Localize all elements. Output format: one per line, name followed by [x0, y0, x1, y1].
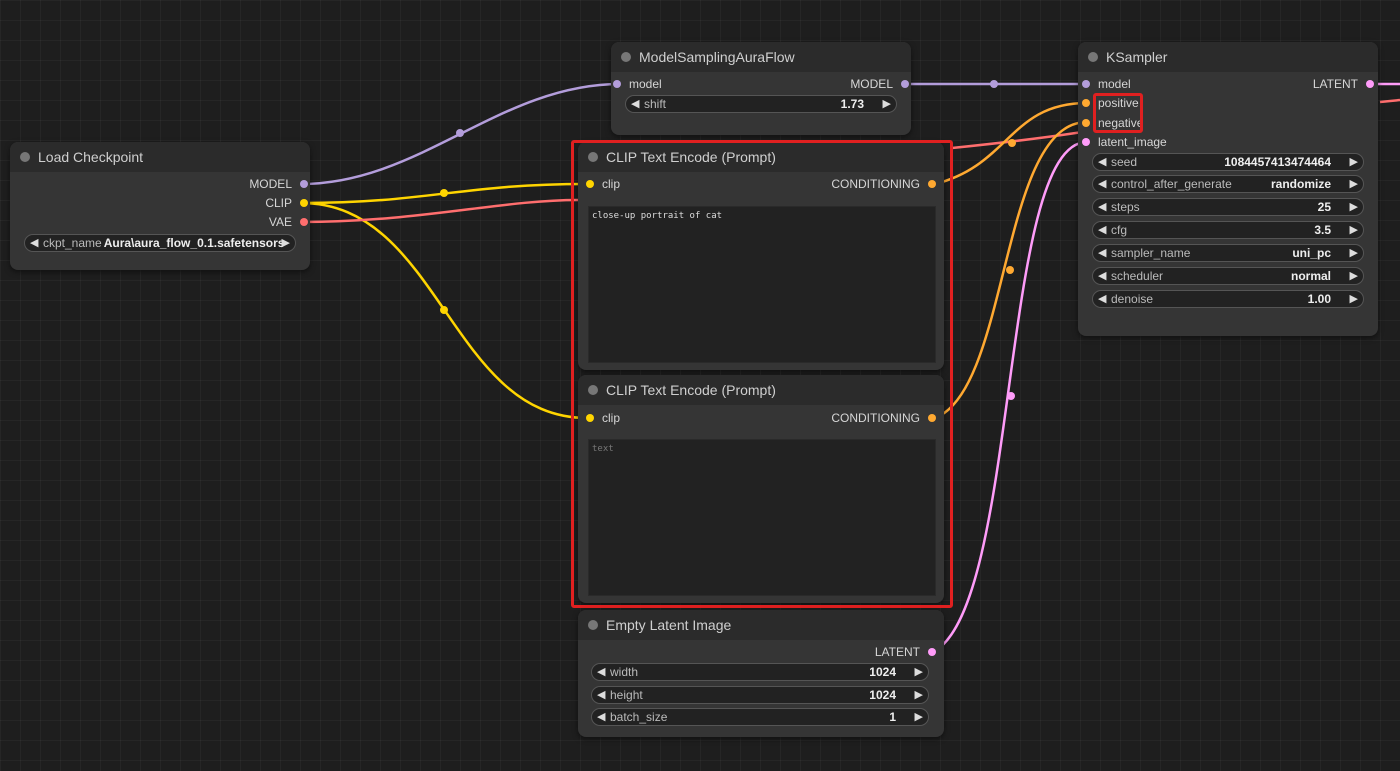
- arrow-right-icon[interactable]: ▶: [883, 96, 891, 112]
- latent-port-icon[interactable]: [1082, 138, 1090, 146]
- node-title: ModelSamplingAuraFlow: [639, 49, 795, 65]
- arrow-left-icon[interactable]: ◀: [1098, 222, 1106, 238]
- node-title: Empty Latent Image: [606, 617, 732, 633]
- positive-negative-highlight: [1093, 93, 1143, 133]
- arrow-right-icon[interactable]: ▶: [1350, 176, 1358, 192]
- arrow-right-icon[interactable]: ▶: [1350, 199, 1358, 215]
- output-latent[interactable]: LATENT: [875, 645, 938, 659]
- input-model[interactable]: model: [611, 77, 662, 91]
- node-title-bar[interactable]: ModelSamplingAuraFlow: [611, 42, 911, 72]
- width-number-widget[interactable]: ◀ width 1024 ▶: [591, 663, 929, 681]
- arrow-left-icon[interactable]: ◀: [30, 235, 38, 251]
- collapse-dot-icon[interactable]: [1088, 52, 1098, 62]
- arrow-left-icon[interactable]: ◀: [1098, 154, 1106, 170]
- input-latent-image[interactable]: latent_image: [1080, 135, 1167, 149]
- arrow-left-icon[interactable]: ◀: [1098, 291, 1106, 307]
- arrow-right-icon[interactable]: ▶: [1350, 268, 1358, 284]
- link-positive-conditioning: [934, 101, 1088, 186]
- collapse-dot-icon[interactable]: [20, 152, 30, 162]
- arrow-left-icon[interactable]: ◀: [1098, 176, 1106, 192]
- ckpt-name-combo[interactable]: ◀ ckpt_name Aura\aura_flow_0.1.safetensor…: [24, 234, 296, 252]
- clip-port-icon[interactable]: [300, 199, 308, 207]
- arrow-left-icon[interactable]: ◀: [597, 709, 605, 725]
- model-sampling-auraflow-node[interactable]: ModelSamplingAuraFlow model MODEL ◀ shif…: [611, 42, 911, 135]
- model-port-icon[interactable]: [613, 80, 621, 88]
- control-after-generate-combo[interactable]: ◀ control_after_generate randomize ▶: [1092, 175, 1364, 193]
- output-clip[interactable]: CLIP: [265, 196, 310, 210]
- steps-number-widget[interactable]: ◀ steps 25 ▶: [1092, 198, 1364, 216]
- output-vae[interactable]: VAE: [269, 215, 310, 229]
- arrow-left-icon[interactable]: ◀: [1098, 268, 1106, 284]
- arrow-right-icon[interactable]: ▶: [915, 664, 923, 680]
- output-model[interactable]: MODEL: [249, 177, 310, 191]
- arrow-right-icon[interactable]: ▶: [915, 687, 923, 703]
- scheduler-combo[interactable]: ◀ scheduler normal ▶: [1092, 267, 1364, 285]
- arrow-right-icon[interactable]: ▶: [282, 235, 290, 251]
- height-number-widget[interactable]: ◀ height 1024 ▶: [591, 686, 929, 704]
- link-vae-out: [300, 198, 579, 224]
- link-clip-to-positive: [300, 182, 588, 205]
- link-vae-out-2: [951, 129, 1091, 150]
- model-port-icon[interactable]: [901, 80, 909, 88]
- empty-latent-image-node[interactable]: Empty Latent Image LATENT ◀ width 1024 ▶…: [578, 610, 944, 737]
- collapse-dot-icon[interactable]: [588, 620, 598, 630]
- cfg-number-widget[interactable]: ◀ cfg 3.5 ▶: [1092, 221, 1364, 239]
- output-model[interactable]: MODEL: [850, 77, 911, 91]
- sampler-name-combo[interactable]: ◀ sampler_name uni_pc ▶: [1092, 244, 1364, 262]
- arrow-left-icon[interactable]: ◀: [597, 664, 605, 680]
- latent-port-icon[interactable]: [1366, 80, 1374, 88]
- model-port-icon[interactable]: [300, 180, 308, 188]
- node-title: Load Checkpoint: [38, 149, 144, 165]
- arrow-left-icon[interactable]: ◀: [597, 687, 605, 703]
- collapse-dot-icon[interactable]: [621, 52, 631, 62]
- arrow-left-icon[interactable]: ◀: [1098, 199, 1106, 215]
- vae-port-icon[interactable]: [300, 218, 308, 226]
- node-title-bar[interactable]: KSampler: [1078, 42, 1378, 72]
- node-title: KSampler: [1106, 49, 1168, 65]
- link-latent-to-ksampler: [934, 140, 1088, 653]
- clip-nodes-highlight: [571, 140, 953, 608]
- arrow-right-icon[interactable]: ▶: [1350, 154, 1358, 170]
- batch-size-number-widget[interactable]: ◀ batch_size 1 ▶: [591, 708, 929, 726]
- ksampler-node[interactable]: KSampler model positive negative latent_…: [1078, 42, 1378, 336]
- denoise-number-widget[interactable]: ◀ denoise 1.00 ▶: [1092, 290, 1364, 308]
- load-checkpoint-node[interactable]: Load Checkpoint MODEL CLIP VAE ◀ ckpt_na…: [10, 142, 310, 270]
- node-title-bar[interactable]: Empty Latent Image: [578, 610, 944, 640]
- output-latent[interactable]: LATENT: [1313, 77, 1376, 91]
- seed-number-widget[interactable]: ◀ seed 1084457413474464 ▶: [1092, 153, 1364, 171]
- arrow-right-icon[interactable]: ▶: [1350, 245, 1358, 261]
- latent-port-icon[interactable]: [928, 648, 936, 656]
- conditioning-port-icon[interactable]: [1082, 99, 1090, 107]
- shift-number-widget[interactable]: ◀ shift 1.73 ▶: [625, 95, 897, 113]
- link-latent-out-ksampler: [1379, 98, 1400, 104]
- input-model[interactable]: model: [1080, 77, 1131, 91]
- arrow-left-icon[interactable]: ◀: [631, 96, 639, 112]
- node-title-bar[interactable]: Load Checkpoint: [10, 142, 310, 172]
- link-negative-conditioning: [934, 120, 1088, 420]
- arrow-right-icon[interactable]: ▶: [1350, 222, 1358, 238]
- arrow-right-icon[interactable]: ▶: [1350, 291, 1358, 307]
- arrow-left-icon[interactable]: ◀: [1098, 245, 1106, 261]
- model-port-icon[interactable]: [1082, 80, 1090, 88]
- arrow-right-icon[interactable]: ▶: [915, 709, 923, 725]
- link-clip-to-negative: [300, 201, 588, 420]
- conditioning-port-icon[interactable]: [1082, 119, 1090, 127]
